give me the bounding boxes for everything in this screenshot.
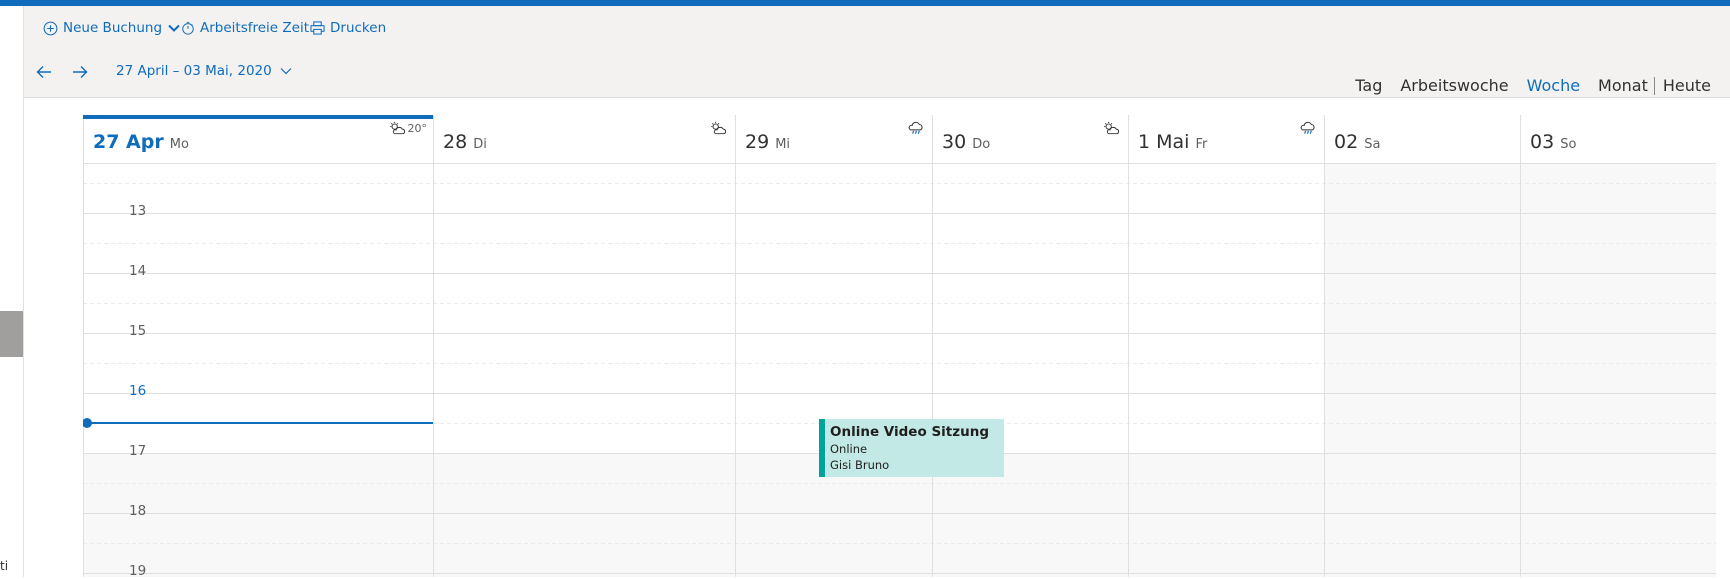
- rain-cloud-icon: [907, 121, 924, 135]
- day-header-4[interactable]: 30 Do: [932, 115, 1128, 163]
- calendar-event[interactable]: Online Video Sitzung Online Gisi Bruno: [819, 419, 1004, 477]
- view-day-tab[interactable]: Tag: [1355, 76, 1382, 95]
- day-header-7[interactable]: 03 So: [1520, 115, 1716, 163]
- current-time-dot: [83, 418, 92, 428]
- day-number: 28: [443, 131, 468, 153]
- day-header-label: 02 Sa: [1334, 131, 1380, 153]
- weather-indicator[interactable]: 20°: [389, 121, 428, 135]
- weather-indicator[interactable]: [1299, 121, 1316, 135]
- day-number: 03: [1530, 131, 1555, 153]
- off-time-button[interactable]: Arbeitsfreie Zeit: [181, 6, 309, 50]
- day-number: 02: [1334, 131, 1359, 153]
- weather-indicator[interactable]: [1103, 121, 1120, 135]
- day-name: Mi: [775, 137, 791, 152]
- date-navigation-bar: 27 April – 03 Mai, 2020 Tag Arbeitswoche…: [24, 50, 1730, 98]
- day-number: 1 Mai: [1138, 131, 1190, 153]
- day-name: So: [1560, 137, 1577, 152]
- day-header-6[interactable]: 02 Sa: [1324, 115, 1520, 163]
- day-name: Fr: [1195, 137, 1208, 152]
- day-header-3[interactable]: 29 Mi: [735, 115, 932, 163]
- after-hours-background: [83, 453, 1324, 577]
- day-header-label: 30 Do: [942, 131, 990, 153]
- printer-icon: [310, 21, 325, 35]
- view-work-week-tab[interactable]: Arbeitswoche: [1400, 76, 1508, 95]
- timer-icon: [182, 21, 194, 35]
- day-header-5[interactable]: 1 Mai Fr: [1128, 115, 1324, 163]
- hour-label: 14: [129, 263, 147, 279]
- partly-sunny-icon: [1103, 121, 1120, 135]
- left-pane-truncated-text: ti: [0, 559, 9, 573]
- event-location: Online: [830, 442, 868, 456]
- date-range-picker[interactable]: 27 April – 03 Mai, 2020: [116, 63, 292, 79]
- chevron-down-icon: [168, 24, 180, 32]
- weather-indicator[interactable]: [907, 121, 924, 135]
- view-week-tab[interactable]: Woche: [1527, 76, 1580, 95]
- view-separator: [1653, 76, 1655, 95]
- week-calendar-grid: 27 Apr Mo 20° 28 Di 29 Mi 30 Do 1 Mai Fr 02 Sa 03 So 1…: [83, 115, 1716, 579]
- print-button[interactable]: Drucken: [310, 6, 386, 50]
- view-month-tab[interactable]: Monat: [1598, 76, 1648, 95]
- pane-resize-handle[interactable]: [0, 311, 23, 357]
- new-booking-label: Neue Buchung: [63, 20, 163, 36]
- hour-label: 17: [129, 443, 147, 459]
- today-button[interactable]: Heute: [1663, 76, 1711, 95]
- chevron-down-icon: [280, 68, 292, 75]
- partly-sunny-icon: [389, 121, 406, 135]
- command-bar: Neue Buchung Arbeitsfreie Zeit Drucken: [24, 6, 1730, 50]
- hour-label: 13: [129, 203, 147, 219]
- add-circle-icon: [43, 21, 58, 35]
- day-name: Do: [972, 137, 991, 152]
- day-number: 27 Apr: [93, 131, 164, 153]
- temperature-label: 20°: [407, 121, 428, 135]
- calendar-grid-lines: [83, 115, 1716, 577]
- day-header-1[interactable]: 27 Apr Mo 20°: [83, 115, 433, 163]
- previous-week-arrow-icon[interactable]: [34, 62, 54, 82]
- event-title: Online Video Sitzung: [830, 424, 989, 440]
- collapsed-left-pane: ti: [0, 6, 24, 577]
- day-header-label: 27 Apr Mo: [93, 131, 189, 153]
- hour-label: 15: [129, 323, 147, 339]
- day-header-2[interactable]: 28 Di: [433, 115, 735, 163]
- day-number: 30: [942, 131, 967, 153]
- weather-indicator[interactable]: [710, 121, 727, 135]
- day-name: Mo: [169, 137, 189, 152]
- day-name: Sa: [1364, 137, 1381, 152]
- print-label: Drucken: [330, 20, 387, 36]
- event-organizer: Gisi Bruno: [830, 458, 890, 472]
- day-header-label: 29 Mi: [745, 131, 790, 153]
- partly-sunny-icon: [710, 121, 727, 135]
- view-switcher: Tag Arbeitswoche Woche Monat Heute: [1337, 76, 1711, 95]
- date-range-label: 27 April – 03 Mai, 2020: [116, 63, 272, 79]
- day-header-label: 28 Di: [443, 131, 487, 153]
- day-header-label: 03 So: [1530, 131, 1576, 153]
- rain-cloud-icon: [1299, 121, 1316, 135]
- hour-label-current: 16: [129, 383, 147, 399]
- day-number: 29: [745, 131, 770, 153]
- new-booking-button[interactable]: Neue Buchung: [43, 6, 181, 50]
- next-week-arrow-icon[interactable]: [70, 62, 90, 82]
- day-header-label: 1 Mai Fr: [1138, 131, 1207, 153]
- hour-label: 18: [129, 503, 147, 519]
- day-name: Di: [473, 137, 487, 152]
- off-time-label: Arbeitsfreie Zeit: [200, 20, 309, 36]
